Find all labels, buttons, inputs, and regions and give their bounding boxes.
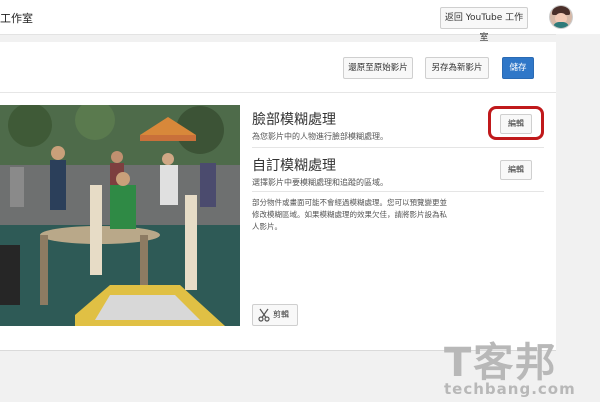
video-preview[interactable] — [0, 105, 240, 326]
custom-blur-title: 自訂模糊處理 — [252, 158, 336, 174]
edit-button-highlight — [488, 106, 544, 140]
watermark-text: techbang.com — [444, 380, 576, 398]
custom-blur-edit-button[interactable]: 編輯 — [500, 160, 532, 180]
scissors-icon — [258, 308, 270, 322]
techbang-watermark: T客邦 techbang.com — [438, 330, 600, 402]
avatar[interactable] — [550, 6, 572, 28]
trim-label: 剪輯 — [273, 310, 289, 319]
face-blur-description: 為您影片中的人物進行臉部模糊處理。 — [252, 132, 388, 141]
trim-button[interactable]: 剪輯 — [252, 304, 298, 326]
studio-title: 工作室 — [0, 12, 33, 25]
blur-note: 部分物件或畫面可能不會經過模糊處理。您可以預覽變更並修改模糊區域。如果模糊處理的… — [252, 198, 447, 231]
revert-to-original-button[interactable]: 還原至原始影片 — [343, 57, 413, 79]
save-as-new-button[interactable]: 另存為新影片 — [425, 57, 489, 79]
face-blur-title: 臉部模糊處理 — [252, 112, 336, 128]
save-button[interactable]: 儲存 — [502, 57, 534, 79]
video-frame-image — [0, 105, 240, 326]
back-to-studio-button[interactable]: 返回 YouTube 工作室 — [440, 7, 528, 43]
action-bar: 還原至原始影片 另存為新影片 儲存 — [0, 42, 556, 93]
top-bar: 工作室 返回 YouTube 工作室 — [0, 0, 600, 43]
editor-content: 臉部模糊處理 為您影片中的人物進行臉部模糊處理。 編輯 自訂模糊處理 選擇影片中… — [0, 93, 556, 351]
section-divider — [252, 191, 544, 192]
section-divider — [252, 147, 544, 148]
custom-blur-description: 選擇影片中要模糊處理和追蹤的區域。 — [252, 178, 388, 187]
